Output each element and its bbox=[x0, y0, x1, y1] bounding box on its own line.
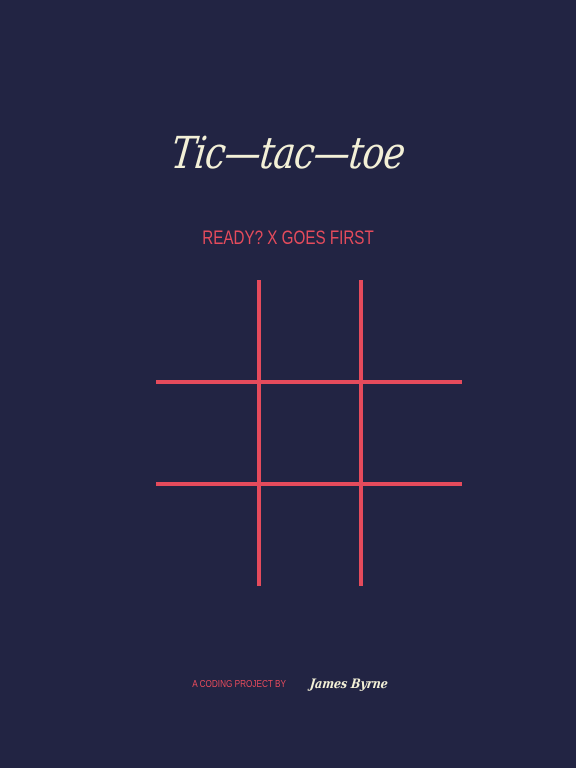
footer-credit: A CODING PROJECT BY James Byrne bbox=[0, 676, 576, 694]
game-board bbox=[156, 280, 462, 586]
board-cell-5[interactable] bbox=[261, 384, 361, 484]
footer-label: A CODING PROJECT BY bbox=[192, 679, 286, 691]
game-title: Tic—tac—toe bbox=[168, 128, 408, 179]
board-cell-1[interactable] bbox=[156, 280, 256, 380]
board-cell-3[interactable] bbox=[363, 280, 463, 380]
game-status: READY? X GOES FIRST bbox=[202, 228, 374, 249]
board-cell-8[interactable] bbox=[261, 486, 361, 586]
board-cell-6[interactable] bbox=[363, 384, 463, 484]
board-cell-7[interactable] bbox=[156, 486, 256, 586]
board-cell-2[interactable] bbox=[261, 280, 361, 380]
footer-author: James Byrne bbox=[308, 677, 389, 693]
board-cell-4[interactable] bbox=[156, 384, 256, 484]
board-cell-9[interactable] bbox=[363, 486, 463, 586]
